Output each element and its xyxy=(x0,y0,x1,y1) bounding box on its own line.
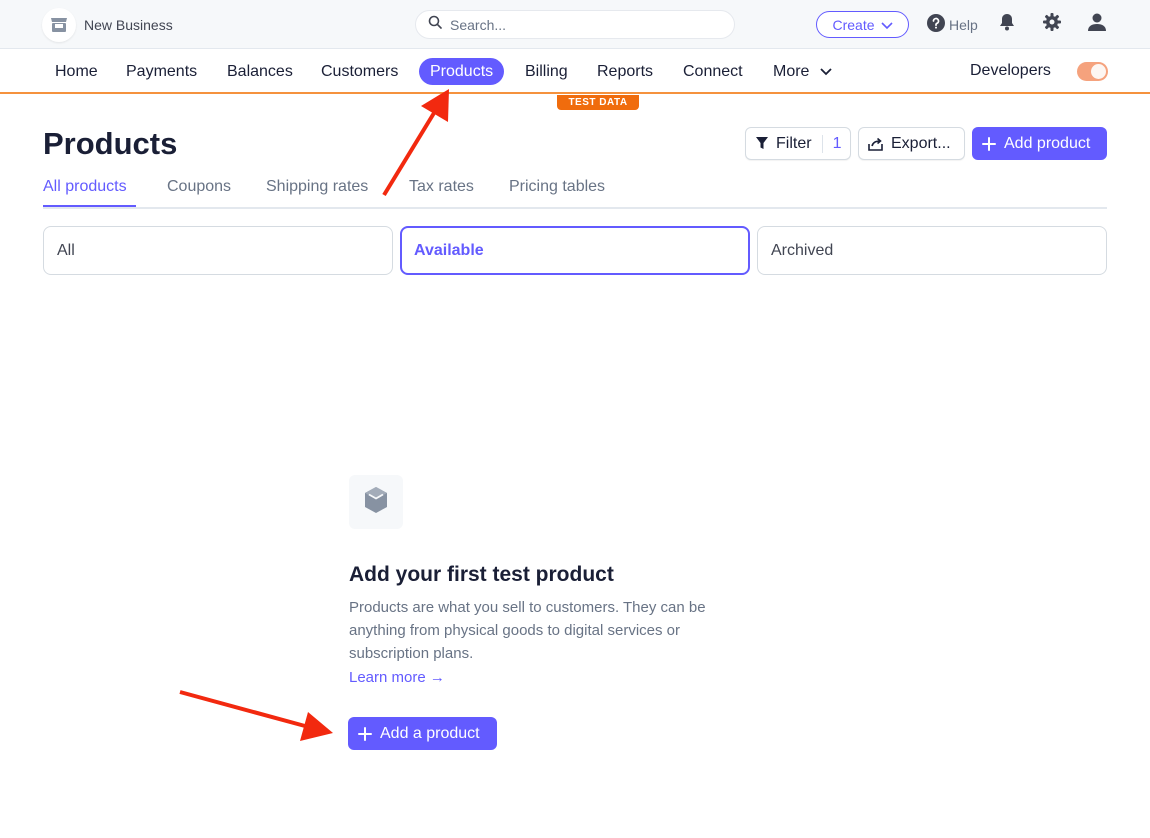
search-icon xyxy=(428,15,442,34)
plus-icon xyxy=(358,726,372,741)
search-bar[interactable] xyxy=(415,10,735,39)
filter-icon xyxy=(756,137,768,150)
filter-label: Filter xyxy=(776,134,812,152)
export-label: Export... xyxy=(891,134,951,152)
nav-connect[interactable]: Connect xyxy=(672,58,754,85)
tab-shipping-rates[interactable]: Shipping rates xyxy=(266,178,368,196)
create-label: Create xyxy=(832,16,875,33)
tab-coupons[interactable]: Coupons xyxy=(167,178,231,196)
create-button[interactable]: Create xyxy=(816,11,909,38)
developers-link[interactable]: Developers xyxy=(970,62,1051,80)
business-switcher[interactable]: New Business xyxy=(42,8,173,42)
nav-customers[interactable]: Customers xyxy=(310,58,409,85)
tab-all-products[interactable]: All products xyxy=(43,178,127,196)
nav-products[interactable]: Products xyxy=(419,58,505,85)
test-data-badge: TEST DATA xyxy=(557,95,639,110)
active-tab-indicator xyxy=(43,205,136,207)
search-input[interactable] xyxy=(450,16,710,33)
nav-balances[interactable]: Balances xyxy=(216,58,304,85)
help-label: Help xyxy=(949,16,978,33)
export-button[interactable]: Export... xyxy=(858,127,965,160)
test-mode-toggle[interactable] xyxy=(1077,62,1108,81)
add-product-label: Add product xyxy=(1004,134,1091,152)
gear-icon xyxy=(1042,12,1062,37)
bell-icon xyxy=(999,13,1015,36)
help-icon xyxy=(927,14,945,35)
add-product-button[interactable]: Add product xyxy=(972,127,1107,160)
add-a-product-label: Add a product xyxy=(380,724,480,742)
user-icon xyxy=(1087,12,1107,37)
page-title: Products xyxy=(43,126,178,161)
empty-state-description: Products are what you sell to customers.… xyxy=(349,599,706,662)
top-bar: New Business Create Help xyxy=(0,0,1150,49)
box-icon xyxy=(363,486,389,519)
filter-button[interactable]: Filter 1 xyxy=(745,127,851,160)
learn-more-link[interactable]: Learn more → xyxy=(349,669,445,686)
nav-more-label: More xyxy=(773,63,810,80)
store-icon xyxy=(42,8,76,42)
add-a-product-button[interactable]: Add a product xyxy=(348,717,497,750)
segment-archived[interactable]: Archived xyxy=(757,226,1107,275)
nav-home[interactable]: Home xyxy=(44,58,109,85)
settings-button[interactable] xyxy=(1041,12,1063,37)
chevron-down-icon xyxy=(880,17,893,33)
nav-billing[interactable]: Billing xyxy=(514,58,579,85)
help-button[interactable]: Help xyxy=(927,14,978,35)
plus-icon xyxy=(982,136,996,151)
nav-reports[interactable]: Reports xyxy=(586,58,664,85)
account-button[interactable] xyxy=(1086,13,1108,35)
nav-more[interactable]: More xyxy=(762,58,843,85)
nav-payments[interactable]: Payments xyxy=(115,58,208,85)
export-icon xyxy=(868,137,883,151)
segment-available[interactable]: Available xyxy=(400,226,750,275)
segment-all[interactable]: All xyxy=(43,226,393,275)
business-name: New Business xyxy=(84,17,173,33)
product-tabs: All products Coupons Shipping rates Tax … xyxy=(43,170,1107,209)
empty-state-icon-container xyxy=(349,475,403,529)
empty-state-title: Add your first test product xyxy=(349,563,614,586)
filter-count: 1 xyxy=(821,134,841,153)
annotation-arrow-add-product xyxy=(179,690,333,741)
tab-tax-rates[interactable]: Tax rates xyxy=(409,178,474,196)
chevron-down-icon xyxy=(820,58,832,85)
tab-pricing-tables[interactable]: Pricing tables xyxy=(509,178,605,196)
notifications-button[interactable] xyxy=(996,13,1018,35)
